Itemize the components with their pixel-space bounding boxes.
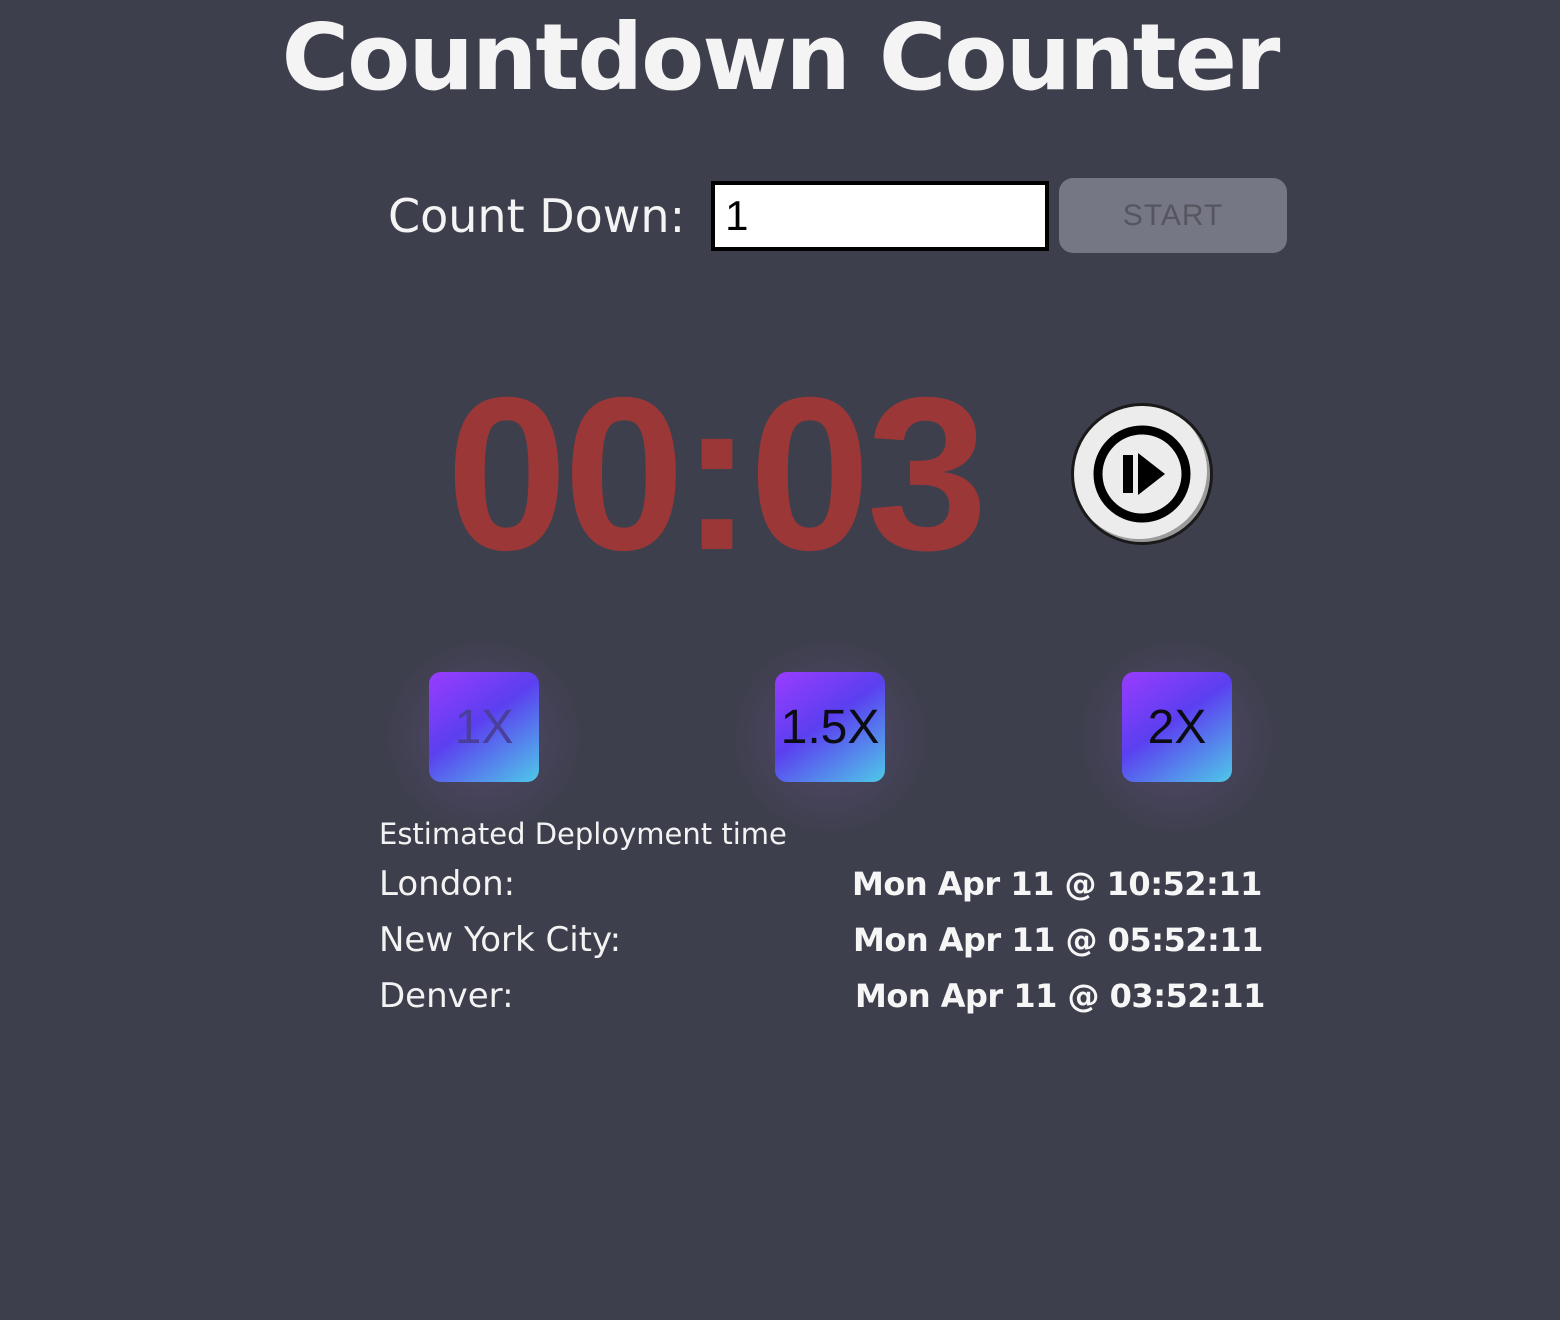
speed-1-5x-wrap: 1.5X	[725, 642, 935, 832]
speed-2x-button[interactable]: 2X	[1122, 672, 1232, 782]
start-button[interactable]: START	[1059, 178, 1288, 253]
countdown-label: Count Down:	[388, 188, 686, 243]
city-label: New York City:	[379, 920, 622, 960]
deployment-heading: Estimated Deployment time	[379, 817, 787, 851]
city-label: Denver:	[379, 976, 514, 1016]
play-pause-icon	[1093, 425, 1191, 523]
pause-button[interactable]	[1071, 403, 1213, 545]
city-label: London:	[379, 864, 516, 904]
speed-1x-wrap: 1X	[379, 642, 589, 832]
deployment-panel: Estimated Deployment time London: Mon Ap…	[379, 812, 1265, 1024]
deployment-time: Mon Apr 11 @ 05:52:11	[853, 921, 1263, 959]
deployment-row-london: London: Mon Apr 11 @ 10:52:11	[379, 856, 1262, 912]
timer-display: 00:03	[446, 353, 988, 596]
countdown-form: Count Down: START	[388, 178, 1288, 253]
deployment-row-denver: Denver: Mon Apr 11 @ 03:52:11	[379, 968, 1265, 1024]
page-title: Countdown Counter	[281, 4, 1281, 111]
deployment-time: Mon Apr 11 @ 03:52:11	[855, 977, 1265, 1015]
speed-1-5x-button[interactable]: 1.5X	[775, 672, 885, 782]
deployment-row-new-york: New York City: Mon Apr 11 @ 05:52:11	[379, 912, 1263, 968]
countdown-input[interactable]	[711, 180, 1050, 251]
deployment-time: Mon Apr 11 @ 10:52:11	[852, 865, 1262, 903]
speed-2x-wrap: 2X	[1072, 642, 1282, 832]
speed-1x-button[interactable]: 1X	[429, 672, 539, 782]
